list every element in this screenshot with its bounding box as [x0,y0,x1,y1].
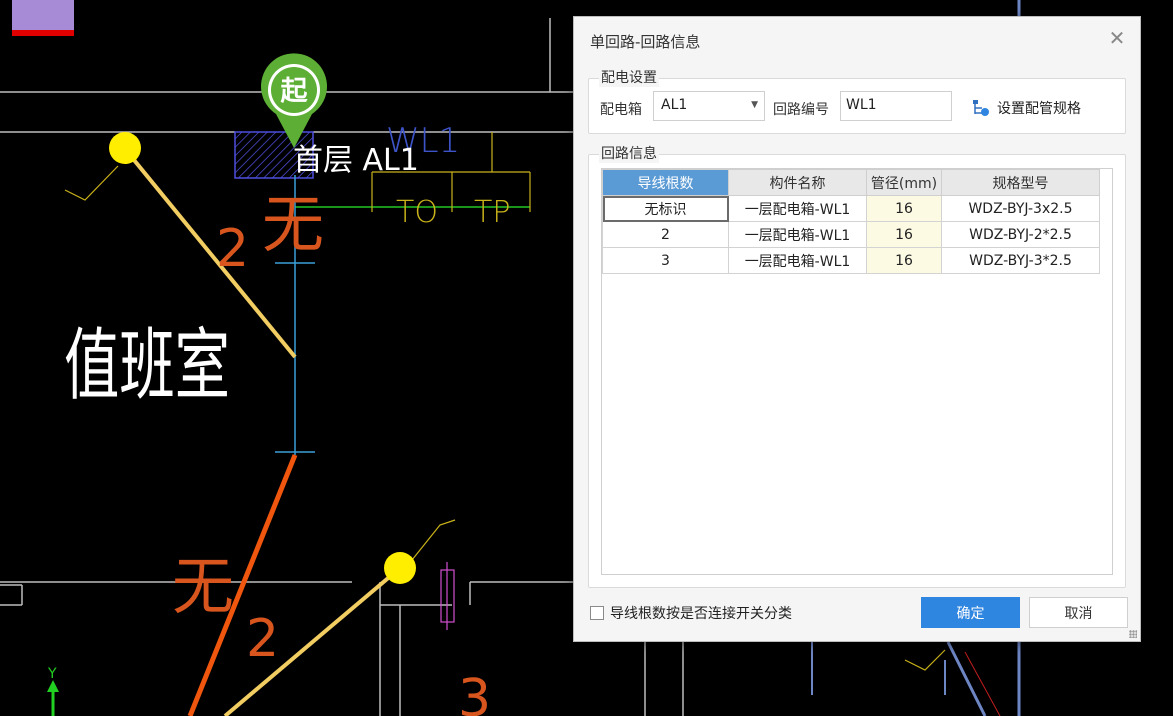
switch-symbol [904,649,946,671]
distribution-box-value: AL1 [661,97,688,113]
axis-indicator: Y [47,666,59,716]
circuit-table-wrap[interactable]: 导线根数 构件名称 管径(mm) 规格型号 无标识 一层配电箱-WL1 16 W… [601,168,1113,575]
pipe-spec-icon [973,100,989,116]
cancel-button[interactable]: 取消 [1029,597,1128,628]
dialog-title: 单回路-回路信息 [590,33,701,51]
column-header-component-name[interactable]: 构件名称 [728,169,867,196]
wire-count-label: 无 [172,550,234,623]
classify-by-switch-checkbox[interactable] [590,606,604,620]
cell-spec-model[interactable]: WDZ-BYJ-3*2.5 [941,247,1100,274]
cell-pipe-diameter[interactable]: 16 [866,247,942,274]
table-row[interactable]: 3 一层配电箱-WL1 16 WDZ-BYJ-3*2.5 [602,247,1100,274]
start-marker-label: 起 [281,76,309,107]
cell-wire-count[interactable]: 2 [602,221,729,248]
cell-component-name[interactable]: 一层配电箱-WL1 [728,195,867,222]
distribution-settings-legend: 配电设置 [599,67,659,87]
wire-count-label: 3 [458,669,491,716]
table-row[interactable]: 无标识 一层配电箱-WL1 16 WDZ-BYJ-3x2.5 [602,195,1100,222]
close-icon[interactable]: ✕ [1106,27,1128,49]
chevron-down-icon: ▼ [751,100,758,110]
table-header-row: 导线根数 构件名称 管径(mm) 规格型号 [602,169,1100,196]
axis-y-label: Y [47,666,57,682]
cell-wire-count[interactable]: 无标识 [602,195,729,222]
layer-swatch-bar [12,30,74,36]
set-pipe-spec-label: 设置配管规格 [997,101,1081,117]
panel-label: 首层 AL1 [293,143,419,178]
fuse-symbol [440,562,455,630]
distribution-box-select[interactable]: AL1 ▼ [653,91,765,121]
classify-by-switch-option[interactable]: 导线根数按是否连接开关分类 [590,603,792,623]
layer-swatch [12,0,74,32]
distribution-settings-group: 配电设置 配电箱 AL1 ▼ 回路编号 WL1 设置配管规格 [588,67,1126,134]
circuit-table[interactable]: 导线根数 构件名称 管径(mm) 规格型号 无标识 一层配电箱-WL1 16 W… [602,169,1100,274]
tag-tp: TP [474,195,510,230]
wire-count-label: 2 [246,609,279,669]
circuit-info-dialog: 单回路-回路信息 ✕ 配电设置 配电箱 AL1 ▼ 回路编号 WL1 设置配管规… [573,16,1141,642]
wire-count-label: 无 [262,188,324,261]
wire-count-label: 2 [216,219,249,279]
tag-to: TO [396,195,438,230]
circuit-number-field[interactable]: WL1 [840,91,952,121]
classify-by-switch-label: 导线根数按是否连接开关分类 [610,606,792,622]
circuit-info-legend: 回路信息 [599,143,659,163]
column-header-wire-count[interactable]: 导线根数 [602,169,729,196]
connection-dot[interactable] [384,552,416,584]
cell-pipe-diameter[interactable]: 16 [866,221,942,248]
cell-component-name[interactable]: 一层配电箱-WL1 [728,247,867,274]
circuit-number-value: WL1 [846,97,877,113]
column-header-pipe-diameter[interactable]: 管径(mm) [866,169,942,196]
table-row[interactable]: 2 一层配电箱-WL1 16 WDZ-BYJ-2*2.5 [602,221,1100,248]
column-header-spec-model[interactable]: 规格型号 [941,169,1100,196]
circuit-number-label: 回路编号 [773,102,829,118]
connection-dot[interactable] [109,132,141,164]
cell-spec-model[interactable]: WDZ-BYJ-2*2.5 [941,221,1100,248]
distribution-box-label: 配电箱 [600,102,642,118]
set-pipe-spec-button[interactable]: 设置配管规格 [971,98,1081,118]
cell-wire-count[interactable]: 3 [602,247,729,274]
room-name: 值班室 [64,321,230,411]
resize-grip-icon[interactable] [1129,630,1137,638]
cell-component-name[interactable]: 一层配电箱-WL1 [728,221,867,248]
ok-button[interactable]: 确定 [921,597,1020,628]
cell-pipe-diameter[interactable]: 16 [866,195,942,222]
cell-spec-model[interactable]: WDZ-BYJ-3x2.5 [941,195,1100,222]
